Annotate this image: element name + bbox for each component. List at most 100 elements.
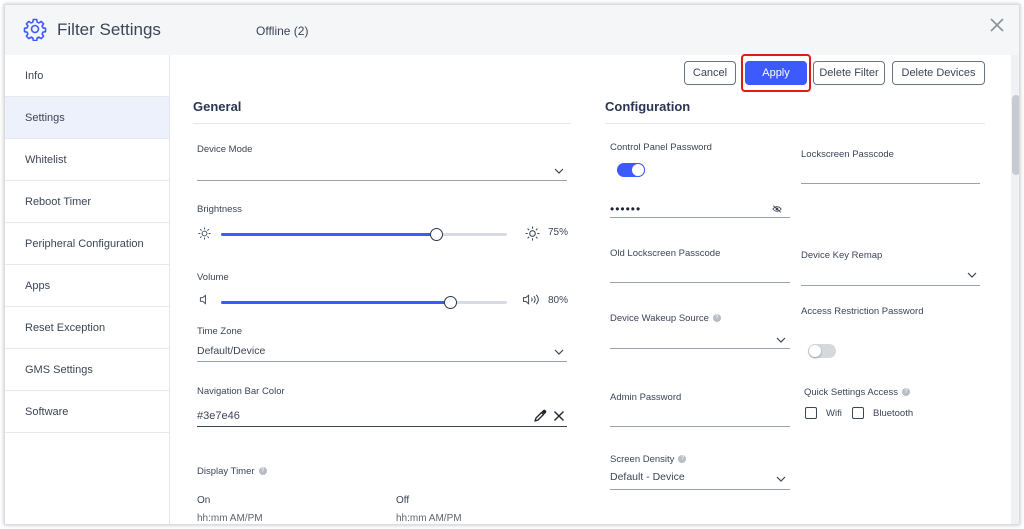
screen-density-underline xyxy=(610,489,790,490)
time-zone-label: Time Zone xyxy=(197,326,243,337)
sidebar-item-info[interactable]: Info xyxy=(5,55,169,97)
sidebar-item-gms-settings[interactable]: GMS Settings xyxy=(5,349,169,391)
wifi-checkbox[interactable] xyxy=(805,407,817,419)
help-icon[interactable]: ? xyxy=(712,314,721,323)
access-restriction-password-label: Access Restriction Password xyxy=(801,306,924,317)
device-mode-underline xyxy=(197,180,567,181)
toggle-knob xyxy=(632,164,644,176)
help-icon[interactable]: ? xyxy=(678,455,687,464)
device-wakeup-source-select[interactable] xyxy=(610,331,760,345)
dialog-title: Filter Settings xyxy=(57,20,161,39)
toggle-knob xyxy=(809,345,821,357)
bluetooth-checkbox[interactable] xyxy=(852,407,864,419)
device-key-remap-label: Device Key Remap xyxy=(801,250,883,261)
display-timer-on-label: On xyxy=(197,495,211,506)
quick-settings-access-label-text: Quick Settings Access xyxy=(804,387,898,398)
sidebar-item-peripheral-configuration[interactable]: Peripheral Configuration xyxy=(5,223,169,265)
chevron-down-icon[interactable] xyxy=(554,168,564,174)
wifi-label: Wifi xyxy=(826,408,842,419)
display-timer-on-input[interactable]: hh:mm AM/PM xyxy=(197,513,263,524)
device-wakeup-source-underline xyxy=(610,348,790,349)
general-section-title: General xyxy=(193,99,242,114)
filter-settings-dialog: Filter Settings Offline (2) Info Setting… xyxy=(4,4,1020,525)
time-zone-select[interactable]: Default/Device xyxy=(197,345,265,357)
screen-density-select[interactable]: Default - Device xyxy=(610,471,685,483)
apply-button[interactable]: Apply xyxy=(745,61,807,85)
control-panel-password-underline xyxy=(610,217,790,218)
device-mode-select[interactable] xyxy=(197,165,537,179)
help-icon[interactable]: ? xyxy=(901,388,910,397)
sidebar-item-software[interactable]: Software xyxy=(5,391,169,433)
brightness-low-icon xyxy=(198,227,211,240)
configuration-section-title: Configuration xyxy=(605,99,691,114)
gear-icon xyxy=(23,18,47,41)
admin-password-label: Admin Password xyxy=(610,392,682,403)
old-lockscreen-passcode-label: Old Lockscreen Passcode xyxy=(610,248,721,259)
brightness-label: Brightness xyxy=(197,204,242,215)
cancel-button[interactable]: Cancel xyxy=(684,61,736,85)
display-timer-off-label: Off xyxy=(396,495,410,506)
chevron-down-icon[interactable] xyxy=(776,476,786,482)
offline-status: Offline (2) xyxy=(256,24,309,38)
scrollbar[interactable] xyxy=(1011,55,1019,524)
help-icon[interactable]: ? xyxy=(258,467,267,476)
admin-password-underline xyxy=(610,426,790,427)
time-zone-underline xyxy=(197,361,567,362)
volume-label: Volume xyxy=(197,272,229,283)
general-divider xyxy=(193,123,571,124)
device-mode-label: Device Mode xyxy=(197,144,253,155)
lockscreen-passcode-input[interactable] xyxy=(801,165,979,179)
display-timer-label: Display Timer? xyxy=(197,466,267,477)
volume-slider-thumb[interactable] xyxy=(443,296,457,309)
brightness-value: 75% xyxy=(548,227,569,238)
brightness-high-icon xyxy=(525,226,540,241)
device-key-remap-select[interactable] xyxy=(801,267,951,281)
device-key-remap-underline xyxy=(801,285,980,286)
volume-low-icon xyxy=(199,294,206,305)
nav-bar-color-underline xyxy=(197,426,567,427)
volume-high-icon xyxy=(522,294,539,305)
eye-slash-icon[interactable] xyxy=(772,205,782,213)
access-restriction-password-toggle[interactable] xyxy=(808,344,836,358)
clear-icon[interactable] xyxy=(553,410,565,422)
scrollbar-thumb[interactable] xyxy=(1012,95,1019,175)
device-wakeup-source-label-text: Device Wakeup Source xyxy=(610,313,709,324)
volume-value: 80% xyxy=(548,295,569,306)
volume-slider-fill xyxy=(221,301,450,304)
delete-devices-button[interactable]: Delete Devices xyxy=(892,61,985,85)
volume-slider[interactable] xyxy=(221,296,507,309)
brightness-slider[interactable] xyxy=(221,228,507,241)
display-timer-off-input[interactable]: hh:mm AM/PM xyxy=(396,513,462,524)
chevron-down-icon[interactable] xyxy=(967,272,977,278)
dialog-header: Filter Settings Offline (2) xyxy=(5,5,1019,55)
sidebar-item-whitelist[interactable]: Whitelist xyxy=(5,139,169,181)
sidebar-item-reboot-timer[interactable]: Reboot Timer xyxy=(5,181,169,223)
nav-bar-color-label: Navigation Bar Color xyxy=(197,386,285,397)
close-icon[interactable] xyxy=(989,17,1005,33)
lockscreen-passcode-underline xyxy=(801,183,980,184)
sidebar-item-apps[interactable]: Apps xyxy=(5,265,169,307)
color-picker-icon[interactable] xyxy=(533,409,547,423)
configuration-divider xyxy=(605,123,985,124)
lockscreen-passcode-label: Lockscreen Passcode xyxy=(801,149,894,160)
sidebar: Info Settings Whitelist Reboot Timer Per… xyxy=(5,55,170,524)
chevron-down-icon[interactable] xyxy=(554,349,564,355)
quick-settings-access-label: Quick Settings Access? xyxy=(804,387,910,398)
screen-density-label: Screen Density? xyxy=(610,454,687,465)
brightness-slider-thumb[interactable] xyxy=(429,228,443,241)
sidebar-item-reset-exception[interactable]: Reset Exception xyxy=(5,307,169,349)
device-wakeup-source-label: Device Wakeup Source? xyxy=(610,313,721,324)
old-lockscreen-passcode-underline xyxy=(610,282,790,283)
settings-panel: Cancel Apply Delete Filter Delete Device… xyxy=(170,54,1019,524)
control-panel-password-input[interactable]: •••••• xyxy=(610,202,641,216)
display-timer-label-text: Display Timer xyxy=(197,466,255,477)
delete-filter-button[interactable]: Delete Filter xyxy=(813,61,885,85)
sidebar-item-settings[interactable]: Settings xyxy=(5,97,169,139)
old-lockscreen-passcode-input[interactable] xyxy=(610,263,788,277)
nav-bar-color-input[interactable]: #3e7e46 xyxy=(197,410,240,422)
admin-password-input[interactable] xyxy=(610,408,788,422)
control-panel-password-toggle[interactable] xyxy=(617,163,645,177)
bluetooth-label: Bluetooth xyxy=(873,408,914,419)
chevron-down-icon[interactable] xyxy=(776,337,786,343)
control-panel-password-label: Control Panel Password xyxy=(610,142,712,153)
